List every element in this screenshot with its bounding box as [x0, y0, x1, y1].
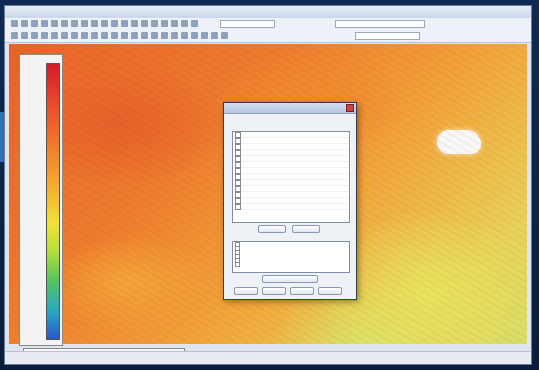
tool-icon[interactable]	[61, 20, 68, 27]
toolbar-combo-3[interactable]	[355, 32, 420, 40]
toolbar-combo-2[interactable]	[335, 20, 425, 28]
tool-icon[interactable]	[21, 32, 28, 39]
tool-icon[interactable]	[101, 32, 108, 39]
tool-icon[interactable]	[191, 32, 198, 39]
tool-icon[interactable]	[51, 32, 58, 39]
tool-icon[interactable]	[181, 20, 188, 27]
tool-icon[interactable]	[61, 32, 68, 39]
tool-icon[interactable]	[111, 32, 118, 39]
tool-icon[interactable]	[131, 20, 138, 27]
apply-button[interactable]	[290, 287, 314, 295]
toolbar-combo-1[interactable]	[220, 20, 275, 28]
tool-icon[interactable]	[91, 20, 98, 27]
layer-dialog	[223, 102, 357, 300]
checkbox[interactable]	[235, 262, 240, 267]
tool-icon[interactable]	[201, 32, 208, 39]
tool-icon[interactable]	[171, 32, 178, 39]
tool-icon[interactable]	[121, 32, 128, 39]
cancel-button[interactable]	[262, 287, 286, 295]
toolbar-primary-icons	[11, 20, 198, 28]
tool-icon[interactable]	[161, 20, 168, 27]
tool-icon[interactable]	[141, 20, 148, 27]
tool-icon[interactable]	[11, 32, 18, 39]
status-bar	[5, 351, 531, 364]
tool-icon[interactable]	[151, 20, 158, 27]
tool-icon[interactable]	[91, 32, 98, 39]
tool-icon[interactable]	[31, 32, 38, 39]
tool-icon[interactable]	[191, 20, 198, 27]
tool-icon[interactable]	[21, 20, 28, 27]
dialog-button-c[interactable]	[262, 275, 318, 283]
tool-icon[interactable]	[81, 20, 88, 27]
tool-icon[interactable]	[131, 32, 138, 39]
tool-icon[interactable]	[81, 32, 88, 39]
checkbox[interactable]	[235, 204, 241, 210]
help-button[interactable]	[318, 287, 342, 295]
app-window	[4, 5, 532, 365]
tool-icon[interactable]	[51, 20, 58, 27]
tool-icon[interactable]	[151, 32, 158, 39]
ok-button[interactable]	[234, 287, 258, 295]
close-icon[interactable]	[346, 104, 354, 112]
dialog-button-a[interactable]	[258, 225, 286, 233]
layer-list[interactable]	[232, 131, 350, 223]
tool-icon[interactable]	[161, 32, 168, 39]
color-legend	[19, 54, 63, 346]
tool-icon[interactable]	[121, 20, 128, 27]
toolbar-secondary	[5, 30, 531, 43]
toolbar-secondary-icons	[11, 32, 228, 40]
tool-icon[interactable]	[111, 20, 118, 27]
tool-icon[interactable]	[181, 32, 188, 39]
dialog-title	[224, 103, 356, 114]
tool-icon[interactable]	[71, 20, 78, 27]
tool-icon[interactable]	[221, 32, 228, 39]
legend-color-ramp	[46, 63, 60, 340]
list-item[interactable]	[233, 204, 349, 210]
tool-icon[interactable]	[211, 32, 218, 39]
screenshot	[0, 0, 539, 370]
tool-icon[interactable]	[171, 20, 178, 27]
option-list[interactable]	[232, 241, 350, 273]
map-white-area	[437, 130, 481, 154]
dialog-button-b[interactable]	[292, 225, 320, 233]
tool-icon[interactable]	[71, 32, 78, 39]
tool-icon[interactable]	[31, 20, 38, 27]
tool-icon[interactable]	[11, 20, 18, 27]
tool-icon[interactable]	[41, 20, 48, 27]
tool-icon[interactable]	[101, 20, 108, 27]
list-item[interactable]	[233, 262, 349, 267]
tool-icon[interactable]	[41, 32, 48, 39]
tool-icon[interactable]	[141, 32, 148, 39]
